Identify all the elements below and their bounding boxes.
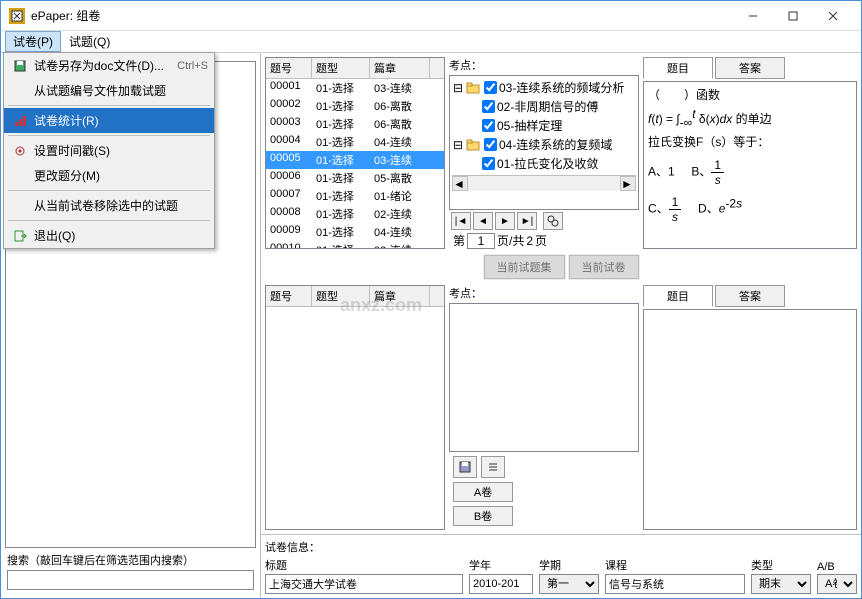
tree-node[interactable]: ⊟03-连续系统的频域分析 <box>452 78 636 97</box>
search-input[interactable] <box>7 570 254 590</box>
save-icon <box>10 58 30 74</box>
close-button[interactable] <box>813 2 853 30</box>
scroll-right[interactable]: ► <box>620 176 636 191</box>
load-from-file[interactable]: 从试题编号文件加载试题 <box>4 78 214 103</box>
save-as-doc[interactable]: 试卷另存为doc文件(D)... Ctrl+S <box>4 53 214 78</box>
ab-select[interactable]: A卷 <box>817 574 857 594</box>
tree-label: 考点： <box>449 57 639 73</box>
question-body: （ ）函数 f(t) = ∫-∞t δ(x)dx 的单边 拉氏变换F（s）等于：… <box>643 81 857 249</box>
maximize-button[interactable] <box>773 2 813 30</box>
set-timestamp[interactable]: 设置时间戳(S) <box>4 138 214 163</box>
table-row[interactable]: 0000101-选择03-连续 <box>266 79 444 97</box>
separator <box>8 220 210 221</box>
menu-paper[interactable]: 试卷(P) <box>5 31 61 52</box>
type-select[interactable]: 期末 <box>751 574 811 594</box>
stats-icon <box>10 113 30 129</box>
window-title: ePaper: 组卷 <box>31 7 733 24</box>
paper-dropdown: 试卷另存为doc文件(D)... Ctrl+S 从试题编号文件加载试题 试卷统计… <box>3 52 215 249</box>
col-id[interactable]: 题号 <box>266 58 312 78</box>
lower-topic-tree[interactable] <box>449 303 639 452</box>
separator <box>8 135 210 136</box>
table-row[interactable]: 0000401-选择04-连续 <box>266 133 444 151</box>
scroll-left[interactable]: ◄ <box>452 176 468 191</box>
lower-tab-answer[interactable]: 答案 <box>715 285 785 307</box>
minimize-button[interactable] <box>733 2 773 30</box>
exit[interactable]: 退出(Q) <box>4 223 214 248</box>
nav-last[interactable]: ►| <box>517 212 537 230</box>
tree-hscroll[interactable]: ◄ ► <box>452 175 636 191</box>
table-row[interactable]: 0000801-选择02-连续 <box>266 205 444 223</box>
title-input[interactable] <box>265 574 463 594</box>
change-score[interactable]: 更改题分(M) <box>4 163 214 188</box>
remove-selected[interactable]: 从当前试卷移除选中的试题 <box>4 193 214 218</box>
term-select[interactable]: 第一 <box>539 574 599 594</box>
list-icon-button[interactable] <box>481 456 505 478</box>
lower-table[interactable]: 题号 题型 篇章 <box>265 285 445 530</box>
paper-b-button[interactable]: B卷 <box>453 506 513 526</box>
table-row[interactable]: 0000301-选择06-离散 <box>266 115 444 133</box>
question-table[interactable]: 题号 题型 篇章 0000101-选择03-连续0000201-选择06-离散0… <box>265 57 445 249</box>
table-row[interactable]: 0001001-选择03-连续 <box>266 241 444 249</box>
paper-info-label: 试卷信息： <box>265 539 857 555</box>
table-row[interactable]: 0000201-选择06-离散 <box>266 97 444 115</box>
exit-icon <box>10 228 30 244</box>
tree-node[interactable]: 02-非周期信号的傅 <box>452 97 636 116</box>
save-icon-button[interactable] <box>453 456 477 478</box>
tree-node[interactable]: 05-抽样定理 <box>452 116 636 135</box>
col-chapter[interactable]: 篇章 <box>370 58 430 78</box>
separator <box>8 105 210 106</box>
tab-answer[interactable]: 答案 <box>715 57 785 79</box>
table-row[interactable]: 0000601-选择05-离散 <box>266 169 444 187</box>
gear-icon <box>10 143 30 159</box>
paper-a-button[interactable]: A卷 <box>453 482 513 502</box>
page-input[interactable] <box>467 233 495 249</box>
course-input[interactable] <box>605 574 745 594</box>
table-row[interactable]: 0000501-选择03-连续 <box>266 151 444 169</box>
tree-node[interactable]: ⊟04-连续系统的复频域 <box>452 135 636 154</box>
nav-next[interactable]: ► <box>495 212 515 230</box>
table-row[interactable]: 0000901-选择04-连续 <box>266 223 444 241</box>
table-row[interactable]: 0000701-选择01-绪论 <box>266 187 444 205</box>
year-input[interactable] <box>469 574 533 594</box>
lower-tab-question[interactable]: 题目 <box>643 285 713 307</box>
nav-search[interactable] <box>543 212 563 230</box>
separator <box>8 190 210 191</box>
current-paper-button[interactable]: 当前试卷 <box>569 255 639 279</box>
current-set-button[interactable]: 当前试题集 <box>484 255 565 279</box>
menu-question[interactable]: 试题(Q) <box>61 31 118 52</box>
nav-prev[interactable]: ◄ <box>473 212 493 230</box>
tree-node[interactable]: 01-拉氏变化及收敛 <box>452 154 636 173</box>
topic-tree[interactable]: ⊟03-连续系统的频域分析02-非周期信号的傅05-抽样定理⊟04-连续系统的复… <box>449 75 639 210</box>
tab-question[interactable]: 题目 <box>643 57 713 79</box>
paper-statistics[interactable]: 试卷统计(R) <box>4 108 214 133</box>
nav-first[interactable]: |◄ <box>451 212 471 230</box>
col-type[interactable]: 题型 <box>312 58 370 78</box>
search-label: 搜索（敲回车键后在筛选范围内搜索） <box>7 552 254 568</box>
lower-question-body <box>643 309 857 530</box>
app-icon <box>9 8 25 24</box>
